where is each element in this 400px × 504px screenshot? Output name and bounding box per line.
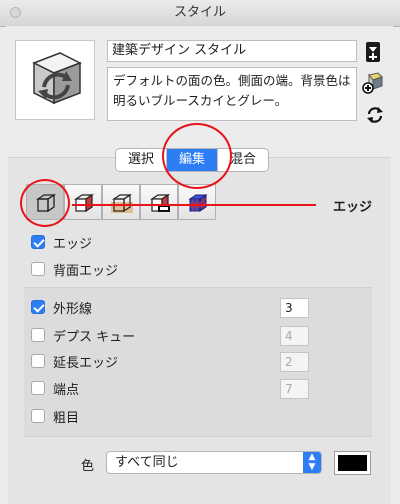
chevron-updown-icon: ▲ ▼ [303, 452, 321, 473]
edges-label: エッジ [53, 237, 93, 252]
profiles-label: 外形線 [53, 302, 93, 317]
window-titlebar: スタイル [0, 0, 400, 27]
style-name-field[interactable]: 建築デザイン スタイル [107, 40, 357, 62]
edge-color-swatch[interactable] [334, 451, 371, 475]
depth-cue-field[interactable]: 4 [280, 326, 309, 346]
annotation-leader-line [72, 204, 316, 206]
background-settings-icon [111, 193, 133, 213]
endpoints-length-field[interactable]: 7 [280, 379, 309, 399]
watermark-settings-button[interactable] [140, 184, 178, 220]
close-window-button[interactable] [10, 7, 21, 18]
annotation-circle-edge-button [20, 179, 70, 227]
background-settings-button[interactable] [102, 184, 140, 220]
modeling-settings-icon [188, 194, 208, 212]
extension-length-field[interactable]: 2 [280, 352, 309, 372]
update-style-icon[interactable] [366, 106, 384, 128]
profiles-width-field[interactable]: 3 [280, 298, 309, 318]
details-toggle-icon[interactable] [366, 42, 380, 66]
face-settings-icon [74, 193, 94, 213]
annotation-circle-edit-tab [162, 123, 232, 189]
color-mode-select[interactable]: すべて同じ ▲ ▼ [106, 451, 322, 474]
color-mode-value: すべて同じ [115, 455, 179, 470]
style-thumbnail[interactable] [15, 40, 95, 120]
edges-checkbox[interactable] [31, 235, 45, 249]
style-description-field[interactable]: デフォルトの面の色。側面の端。背景色は明るいブルースカイとグレー。 [107, 67, 357, 121]
extension-checkbox[interactable] [31, 354, 45, 368]
create-style-icon[interactable] [362, 72, 384, 98]
depth-cue-label: デプス キュー [53, 330, 136, 345]
section-label: エッジ [333, 200, 373, 215]
window-title: スタイル [173, 5, 226, 20]
edge-color-fill [338, 455, 367, 471]
style-preview-icon [32, 52, 82, 105]
watermark-settings-icon [150, 193, 170, 213]
profiles-checkbox[interactable] [31, 300, 45, 314]
back-edges-checkbox[interactable] [31, 262, 45, 276]
tab-select[interactable]: 選択 [116, 149, 168, 171]
jitter-checkbox[interactable] [31, 409, 45, 423]
back-edges-label: 背面エッジ [53, 264, 119, 279]
extension-label: 延長エッジ [53, 356, 119, 371]
color-label: 色 [81, 459, 95, 474]
endpoints-checkbox[interactable] [31, 381, 45, 395]
depth-cue-checkbox[interactable] [31, 328, 45, 342]
jitter-label: 粗目 [53, 411, 80, 426]
modeling-settings-button[interactable] [178, 184, 216, 220]
endpoints-label: 端点 [53, 383, 80, 398]
